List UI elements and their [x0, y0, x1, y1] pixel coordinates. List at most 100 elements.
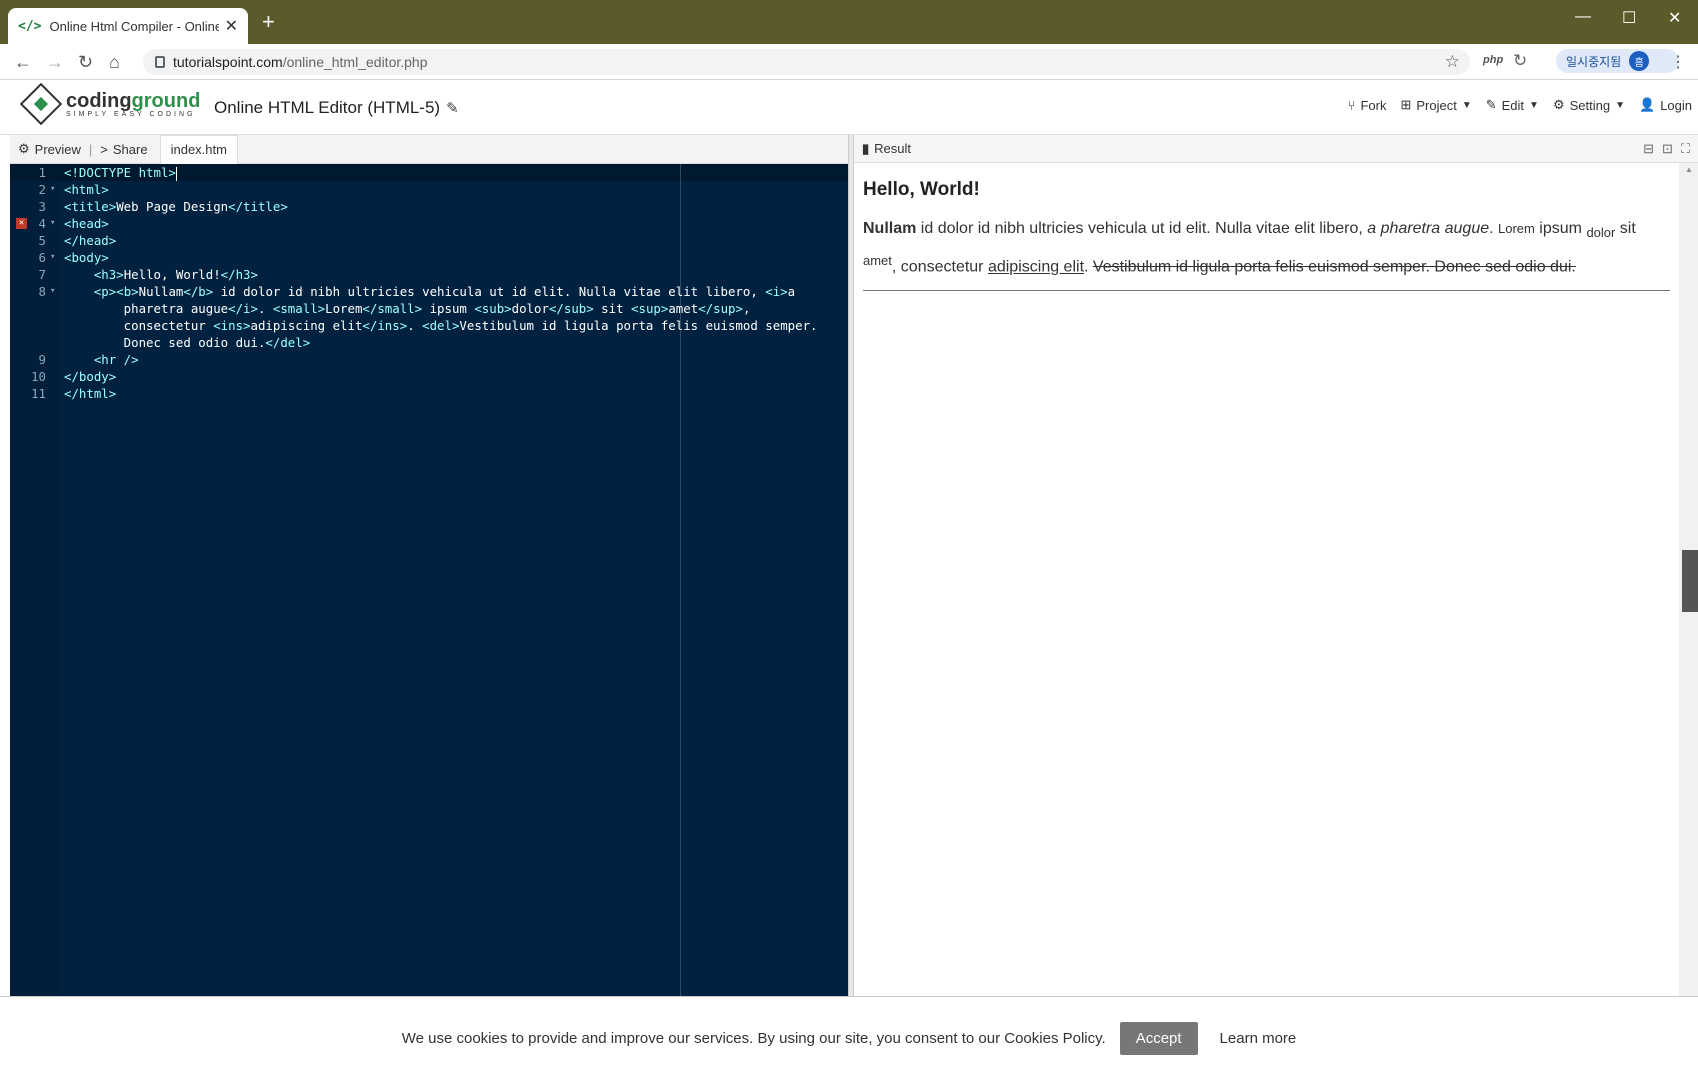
- code-editor[interactable]: 1 <!DOCTYPE html> 2 ▾ <html> 3 <title>Web Page…: [10, 164, 848, 996]
- user-icon: 👤: [1639, 97, 1656, 112]
- gear-icon: ⚙: [1552, 97, 1565, 112]
- browser-titlebar: </> Online Html Compiler - Online H ✕ + …: [0, 0, 1698, 44]
- code-text: <html>: [64, 182, 109, 197]
- code-text: <title>Web Page Design</title>: [64, 199, 288, 214]
- line-number: 9: [38, 352, 46, 367]
- preview-button[interactable]: ⚙ Preview: [10, 141, 89, 157]
- share-button[interactable]: > Share: [92, 142, 155, 157]
- setting-label: Setting: [1569, 97, 1611, 113]
- code-text: pharetra augue</i>. <small>Lorem</small>…: [64, 301, 751, 316]
- line-number: 1: [38, 165, 46, 180]
- fold-toggle-icon[interactable]: ▾: [50, 215, 55, 232]
- edit-icon: ✎: [1485, 97, 1497, 112]
- line-number: 3: [38, 199, 46, 214]
- forward-icon[interactable]: →: [46, 52, 64, 72]
- project-icon: ⊞: [1400, 97, 1412, 112]
- inserted-text: adipiscing elit: [987, 258, 1085, 276]
- line-number: 11: [31, 386, 46, 401]
- fold-toggle-icon[interactable]: ▾: [50, 283, 55, 300]
- horizontal-rule: [863, 289, 1670, 291]
- small-text: Lorem: [1498, 221, 1535, 236]
- share-label: Share: [112, 141, 148, 157]
- expand-icon[interactable]: ⊡: [1662, 141, 1673, 157]
- fullscreen-icon[interactable]: ⛶: [1681, 141, 1690, 157]
- logo-tagline: SIMPLY EASY CODING: [66, 110, 196, 118]
- page-title: Online HTML Editor (HTML-5) ✎: [214, 98, 459, 118]
- code-text: </head>: [64, 233, 117, 248]
- browser-menu-icon[interactable]: ⋮: [1670, 52, 1686, 72]
- url-host: tutorialspoint.com: [173, 54, 283, 70]
- lock-icon: [155, 56, 165, 68]
- edit-label: Edit: [1501, 97, 1525, 113]
- bookmark-star-icon[interactable]: ☆: [1445, 52, 1460, 72]
- fit-icon[interactable]: ⊟: [1643, 141, 1654, 157]
- page-title-text: Online HTML Editor (HTML-5): [214, 98, 441, 117]
- php-extension-icon[interactable]: php: [1483, 54, 1503, 66]
- tab-close-icon[interactable]: ✕: [225, 16, 238, 36]
- sup-text: amet: [863, 253, 892, 269]
- line-number: 2: [38, 182, 46, 197]
- result-scrollbar[interactable]: ▲: [1679, 163, 1698, 996]
- file-tab-index[interactable]: index.htm: [159, 134, 238, 164]
- terminal-prompt-icon: >: [100, 141, 108, 157]
- edit-menu[interactable]: ✎ Edit ▼: [1486, 97, 1539, 113]
- code-text: consectetur <ins>adipiscing elit</ins>. …: [64, 318, 818, 333]
- code-favicon-icon: </>: [18, 18, 42, 34]
- setting-menu[interactable]: ⚙ Setting ▼: [1553, 97, 1625, 113]
- accept-button[interactable]: Accept: [1119, 1022, 1198, 1055]
- reload-icon[interactable]: ↻: [78, 52, 93, 72]
- browser-tab[interactable]: </> Online Html Compiler - Online H ✕: [8, 8, 248, 44]
- profile-label: 일시중지됨: [1566, 54, 1622, 69]
- text-segment: .: [1084, 258, 1093, 276]
- edit-title-icon[interactable]: ✎: [446, 100, 459, 117]
- logo-word-2: ground: [131, 89, 201, 112]
- home-icon[interactable]: ⌂: [109, 52, 120, 72]
- codingground-logo[interactable]: codingground SIMPLY EASY CODING: [19, 82, 201, 126]
- result-output: Hello, World! Nullam id dolor id nibh ul…: [854, 163, 1679, 996]
- caret-down-icon: ▼: [1615, 99, 1625, 111]
- code-text: Donec sed odio dui.</del>: [64, 335, 311, 350]
- minimize-icon[interactable]: —: [1575, 8, 1591, 26]
- maximize-icon[interactable]: ☐: [1622, 8, 1636, 28]
- fork-icon: ⑂: [1347, 97, 1356, 113]
- code-text: <hr />: [93, 352, 139, 367]
- bar-chart-icon: ▮: [862, 140, 870, 156]
- learn-more-link[interactable]: Learn more: [1220, 1030, 1297, 1047]
- text-segment: , consectetur: [891, 258, 988, 276]
- close-window-icon[interactable]: ✕: [1668, 8, 1681, 28]
- back-icon[interactable]: ←: [14, 52, 32, 72]
- new-tab-button[interactable]: +: [262, 11, 275, 33]
- text-segment: .: [1489, 220, 1498, 237]
- extension-icon[interactable]: ↻: [1513, 51, 1527, 71]
- fork-button[interactable]: ⑂ Fork: [1348, 97, 1387, 113]
- result-paragraph: Nullam id dolor id nibh ultricies vehicu…: [863, 215, 1670, 282]
- tab-title: Online Html Compiler - Online H: [49, 18, 219, 34]
- text-segment: sit: [1615, 220, 1636, 237]
- project-menu[interactable]: ⊞ Project ▼: [1400, 97, 1471, 113]
- sub-text: dolor: [1586, 225, 1616, 241]
- result-label: Result: [874, 141, 912, 156]
- scrollbar-thumb[interactable]: [1682, 550, 1698, 612]
- fold-toggle-icon[interactable]: ▾: [50, 181, 55, 198]
- editor-toolbar: ⚙ Preview | > Share index.htm: [10, 134, 848, 164]
- code-text: <p><b>Nullam</b> id dolor id nibh ultric…: [93, 284, 796, 299]
- line-number: 6: [38, 250, 46, 265]
- result-toolbar: ▮ Result ⊟ ⊡ ⛶: [854, 135, 1698, 163]
- url-path: /online_html_editor.php: [282, 54, 428, 70]
- code-text: </body>: [64, 369, 117, 384]
- deleted-text: Vestibulum id ligula porta felis euismod…: [1092, 258, 1576, 276]
- text-segment: id dolor id nibh ultricies vehicula ut i…: [916, 220, 1368, 237]
- logo-word-1: coding: [66, 89, 132, 112]
- url-input[interactable]: tutorialspoint.com/online_html_editor.ph…: [143, 49, 1470, 75]
- site-header: codingground SIMPLY EASY CODING Online H…: [0, 81, 1698, 135]
- profile-button[interactable]: 일시중지됨 흠: [1556, 49, 1679, 73]
- line-number: 10: [31, 369, 46, 384]
- gears-icon: ⚙: [18, 141, 30, 156]
- line-number: 4: [38, 216, 46, 231]
- login-button[interactable]: 👤 Login: [1639, 97, 1692, 113]
- scroll-up-icon[interactable]: ▲: [1685, 165, 1693, 174]
- italic-text: a pharetra augue: [1367, 220, 1490, 237]
- fold-toggle-icon[interactable]: ▾: [50, 249, 55, 266]
- logo-mark-icon: [19, 82, 63, 126]
- top-menu: ⑂ Fork ⊞ Project ▼ ✎ Edit ▼ ⚙ Setting ▼ 👤 Login: [1348, 97, 1692, 113]
